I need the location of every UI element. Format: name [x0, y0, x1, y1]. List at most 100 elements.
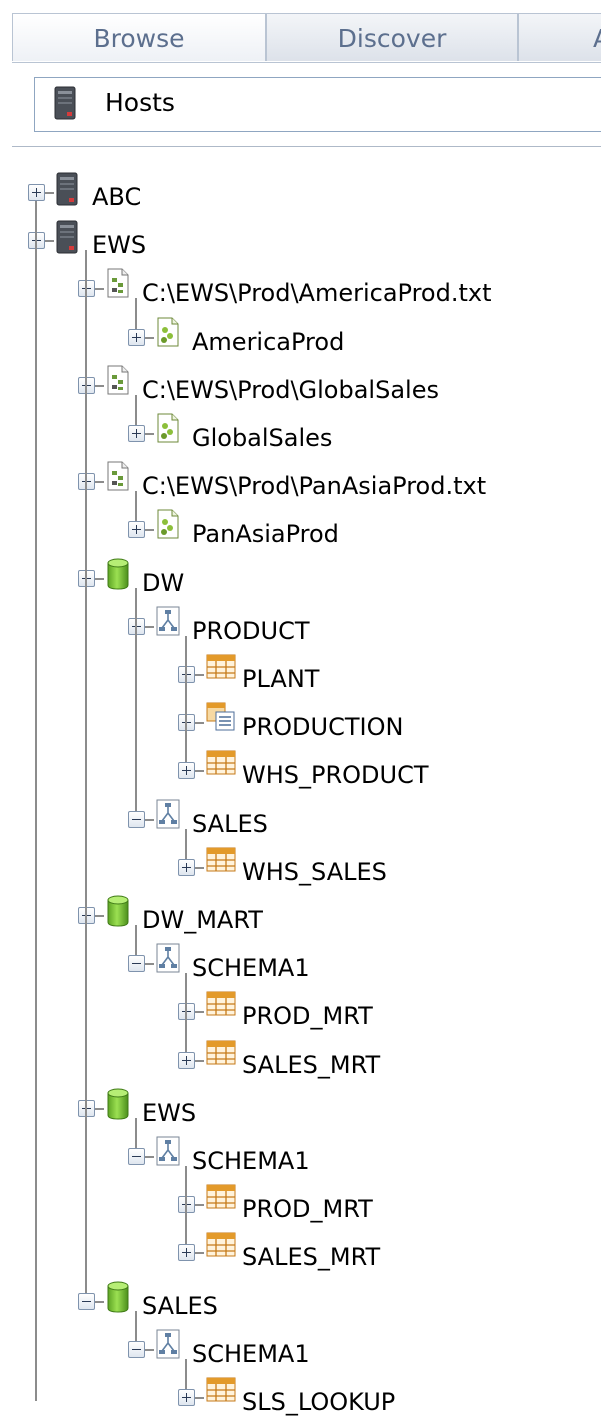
tree-connector	[194, 770, 204, 773]
database-icon	[106, 1281, 130, 1313]
datasource-icon	[156, 509, 180, 539]
tree-node-label: PRODUCT	[192, 616, 310, 645]
expand-toggle[interactable]	[178, 858, 195, 876]
tree-node-label: GlobalSales	[192, 424, 333, 452]
tree-node-label: C:\EWS\Prod\AmericaProd.txt	[142, 279, 492, 308]
tree-guide-line	[185, 828, 187, 859]
tree-guide-line	[185, 973, 187, 1052]
tree-node-label: PLANT	[242, 665, 320, 693]
tree-node-label: EWS	[142, 1098, 197, 1127]
tree-connector	[144, 818, 154, 821]
tree-node-label: SALES	[192, 809, 268, 838]
database-icon	[106, 895, 130, 927]
tree-node-label: SALES_MRT	[242, 1050, 381, 1079]
collapse-toggle[interactable]	[128, 955, 145, 973]
tree-guide-line	[135, 298, 137, 329]
file-icon	[106, 461, 130, 491]
collapse-toggle[interactable]	[128, 810, 145, 828]
file-icon	[106, 365, 130, 395]
table-icon	[206, 654, 236, 684]
collapse-toggle[interactable]	[128, 1340, 145, 1358]
schema-icon	[156, 1329, 180, 1359]
tree-guide-line	[185, 1358, 187, 1389]
database-icon	[106, 558, 130, 590]
tree-node-label: SCHEMA1	[192, 1339, 310, 1368]
tree-node-label: SALES_MRT	[242, 1243, 381, 1272]
view-icon	[206, 702, 235, 732]
expand-toggle[interactable]	[178, 1389, 195, 1406]
tree-node-label: C:\EWS\Prod\GlobalSales	[142, 375, 439, 404]
tree-node-label: DW	[142, 568, 185, 597]
table-icon	[206, 1232, 236, 1262]
tree-connector	[144, 1348, 154, 1351]
expand-toggle[interactable]	[178, 1244, 195, 1262]
database-icon	[106, 1088, 130, 1120]
tree-connector	[94, 288, 104, 291]
tree-guide-line	[135, 1310, 137, 1341]
panel-separator	[12, 146, 601, 147]
tree-connector	[94, 481, 104, 484]
expand-toggle[interactable]	[128, 425, 145, 442]
tab-bar: Browse Discover A	[12, 13, 601, 63]
tree-node-label: SLS_LOOKUP	[242, 1388, 396, 1416]
tree-connector	[194, 866, 204, 869]
tree-connector	[194, 1011, 204, 1014]
tree-guide-line	[185, 1166, 187, 1245]
tree-node-label: ABC	[92, 183, 142, 211]
tree-node-label: C:\EWS\Prod\PanAsiaProd.txt	[142, 472, 487, 501]
tree-connector	[94, 1107, 104, 1110]
tree-connector	[194, 1204, 204, 1207]
hosts-selector[interactable]: Hosts	[34, 77, 601, 132]
tree-guide-line	[185, 635, 187, 763]
tree-guide-line	[135, 1117, 137, 1148]
tab-a[interactable]: A	[518, 13, 601, 61]
schema-icon	[156, 799, 180, 829]
tree-node-label: WHS_SALES	[242, 857, 387, 886]
tree-node-label: PROD_MRT	[242, 1195, 373, 1224]
tree-guide-line	[85, 250, 87, 1293]
tree-guide-line	[135, 587, 137, 811]
tab-discover[interactable]: Discover	[266, 13, 518, 61]
tab-browse[interactable]: Browse	[12, 13, 266, 61]
tab-divider	[12, 62, 601, 63]
tree-connector	[144, 529, 154, 532]
tree-connector	[194, 1252, 204, 1255]
tree-connector	[144, 625, 154, 628]
tree-connector	[94, 577, 104, 580]
tree-node-label: SCHEMA1	[192, 954, 310, 983]
tree-connector	[144, 433, 154, 435]
tree-connector	[194, 674, 204, 676]
expand-toggle[interactable]	[178, 1051, 195, 1069]
tree-guide-line	[135, 925, 137, 956]
tree-connector	[94, 915, 104, 917]
expand-toggle[interactable]	[178, 762, 195, 780]
tree-node-label: SCHEMA1	[192, 1147, 310, 1175]
tree-node-label: EWS	[92, 231, 147, 260]
table-icon	[206, 1377, 236, 1407]
tree-connector	[144, 1156, 154, 1158]
server-icon	[54, 86, 76, 124]
tree-guide-line	[35, 201, 37, 1401]
tree-node-label: WHS_PRODUCT	[242, 761, 429, 790]
table-icon	[206, 750, 236, 780]
schema-icon	[156, 943, 180, 973]
schema-icon	[156, 1136, 180, 1166]
tree-guide-line	[135, 491, 137, 522]
tree-connector	[194, 1059, 204, 1062]
tree-connector	[44, 240, 54, 243]
expand-toggle[interactable]	[128, 521, 145, 539]
tree-connector	[194, 722, 204, 725]
tree-connector	[144, 336, 154, 339]
tree-node-label: DW_MART	[142, 906, 263, 934]
hosts-label: Hosts	[105, 88, 175, 117]
tree-connector	[144, 963, 154, 966]
tree-guide-line	[135, 394, 137, 425]
tree-connector	[94, 1300, 104, 1303]
collapse-toggle[interactable]	[128, 1148, 145, 1165]
server-icon	[56, 172, 80, 206]
table-icon	[206, 991, 236, 1021]
collapse-toggle[interactable]	[78, 1292, 95, 1310]
expand-toggle[interactable]	[128, 328, 145, 346]
tree-connector	[94, 384, 104, 387]
expand-toggle[interactable]	[28, 184, 45, 201]
